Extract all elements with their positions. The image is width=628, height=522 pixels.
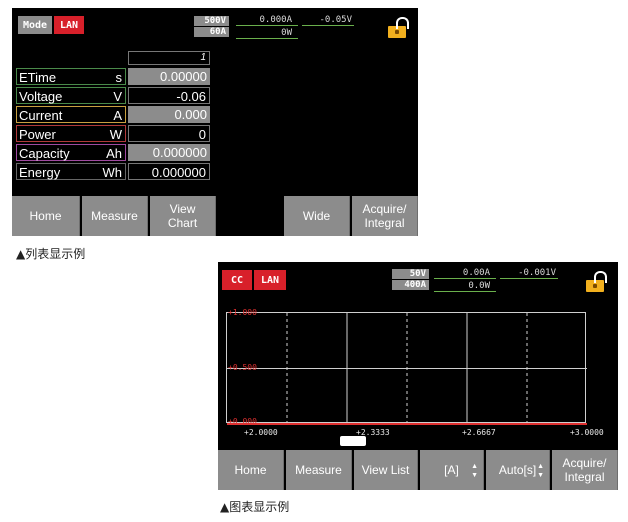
row-unit: Wh bbox=[102, 165, 123, 180]
x-tick-label: +2.0000 bbox=[244, 428, 278, 437]
auto-scale-button[interactable]: Auto[s] ▲ ▼ bbox=[486, 450, 550, 490]
y-tick-label: +1.000 bbox=[228, 308, 257, 317]
row-name: Energy bbox=[19, 165, 61, 180]
measure-button[interactable]: Measure bbox=[286, 450, 352, 490]
x-tick-label: +2.6667 bbox=[462, 428, 496, 437]
trend-chart[interactable] bbox=[226, 312, 587, 425]
row-value: -0.06 bbox=[128, 87, 210, 104]
column-header: 1 bbox=[128, 51, 210, 65]
view-chart-label-line2: Chart bbox=[167, 216, 198, 230]
view-chart-label-line1: View bbox=[169, 202, 196, 216]
row-unit: Ah bbox=[106, 146, 122, 161]
current-underline bbox=[236, 25, 298, 26]
unit-select-button[interactable]: [A] ▲ ▼ bbox=[420, 450, 484, 490]
row-unit: V bbox=[113, 89, 122, 104]
voltage-underline bbox=[500, 278, 558, 279]
up-arrow-icon: ▲ bbox=[471, 463, 478, 470]
up-arrow-icon: ▲ bbox=[537, 463, 544, 470]
chart-view-screen: CC LAN 50V 400A 0.00A -0.001V 0.0W +1.00… bbox=[218, 262, 618, 490]
acquire-label-line2: Integral bbox=[364, 216, 405, 230]
power-readout: 0.0W bbox=[468, 281, 490, 291]
lan-badge: LAN bbox=[254, 270, 286, 290]
acquire-label-line2: Integral bbox=[564, 470, 605, 484]
home-button[interactable]: Home bbox=[218, 450, 284, 490]
voltage-readout: -0.05V bbox=[319, 15, 352, 25]
current-limit: 400A bbox=[392, 280, 429, 290]
unlocked-padlock-icon[interactable] bbox=[586, 271, 607, 292]
row-unit: s bbox=[115, 70, 123, 85]
list-caption: ▲列表显示例 bbox=[16, 247, 86, 261]
acquire-label-line1: Acquire/ bbox=[362, 202, 407, 216]
acquire-label-line1: Acquire/ bbox=[562, 456, 607, 470]
row-name: Capacity bbox=[19, 146, 70, 161]
voltage-limit: 500V bbox=[194, 16, 229, 26]
row-unit: A bbox=[113, 108, 122, 123]
lan-badge: LAN bbox=[54, 16, 84, 34]
voltage-limit: 50V bbox=[392, 269, 429, 279]
row-value: 0.000000 bbox=[128, 163, 210, 180]
measure-button[interactable]: Measure bbox=[82, 196, 148, 236]
voltage-underline bbox=[302, 25, 354, 26]
voltage-readout: -0.001V bbox=[518, 268, 556, 278]
view-list-button[interactable]: View List bbox=[354, 450, 418, 490]
power-readout: 0W bbox=[281, 28, 292, 38]
power-underline bbox=[236, 38, 298, 39]
current-readout: 0.000A bbox=[259, 15, 292, 25]
row-unit: W bbox=[109, 127, 122, 142]
down-arrow-icon: ▼ bbox=[537, 472, 544, 479]
row-name: Power bbox=[19, 127, 56, 142]
auto-scale-label: Auto[s] bbox=[498, 463, 537, 477]
row-name: ETime bbox=[19, 70, 57, 85]
down-arrow-icon: ▼ bbox=[471, 472, 478, 479]
power-underline bbox=[434, 291, 496, 292]
current-readout: 0.00A bbox=[462, 268, 490, 278]
list-view-screen: Mode LAN 500V 60A 0.000A -0.05V 0W 1 ETi… bbox=[12, 8, 418, 236]
cc-badge[interactable]: CC bbox=[222, 270, 252, 290]
row-name: Current bbox=[19, 108, 63, 123]
view-chart-button[interactable]: View Chart bbox=[150, 196, 216, 236]
acquire-integral-button[interactable]: Acquire/ Integral bbox=[352, 196, 418, 236]
x-tick-label: +3.0000 bbox=[570, 428, 604, 437]
acquire-integral-button[interactable]: Acquire/ Integral bbox=[552, 450, 618, 490]
row-name: Voltage bbox=[19, 89, 63, 104]
row-value: 0.000000 bbox=[128, 144, 210, 161]
scroll-position-indicator[interactable] bbox=[340, 436, 366, 446]
wide-button[interactable]: Wide bbox=[284, 196, 350, 236]
row-value: 0 bbox=[128, 125, 210, 142]
chart-caption: ▲图表显示例 bbox=[220, 500, 290, 514]
unit-select-label: [A] bbox=[444, 463, 459, 477]
home-button[interactable]: Home bbox=[12, 196, 80, 236]
row-value: 0.000 bbox=[128, 106, 210, 123]
mode-badge[interactable]: Mode bbox=[18, 16, 52, 34]
row-value: 0.00000 bbox=[128, 68, 210, 85]
unlocked-padlock-icon[interactable] bbox=[388, 17, 409, 38]
current-underline bbox=[434, 278, 496, 279]
y-tick-label: +0.500 bbox=[228, 363, 257, 372]
y-tick-label: +0.000 bbox=[228, 417, 257, 426]
current-limit: 60A bbox=[194, 27, 229, 37]
